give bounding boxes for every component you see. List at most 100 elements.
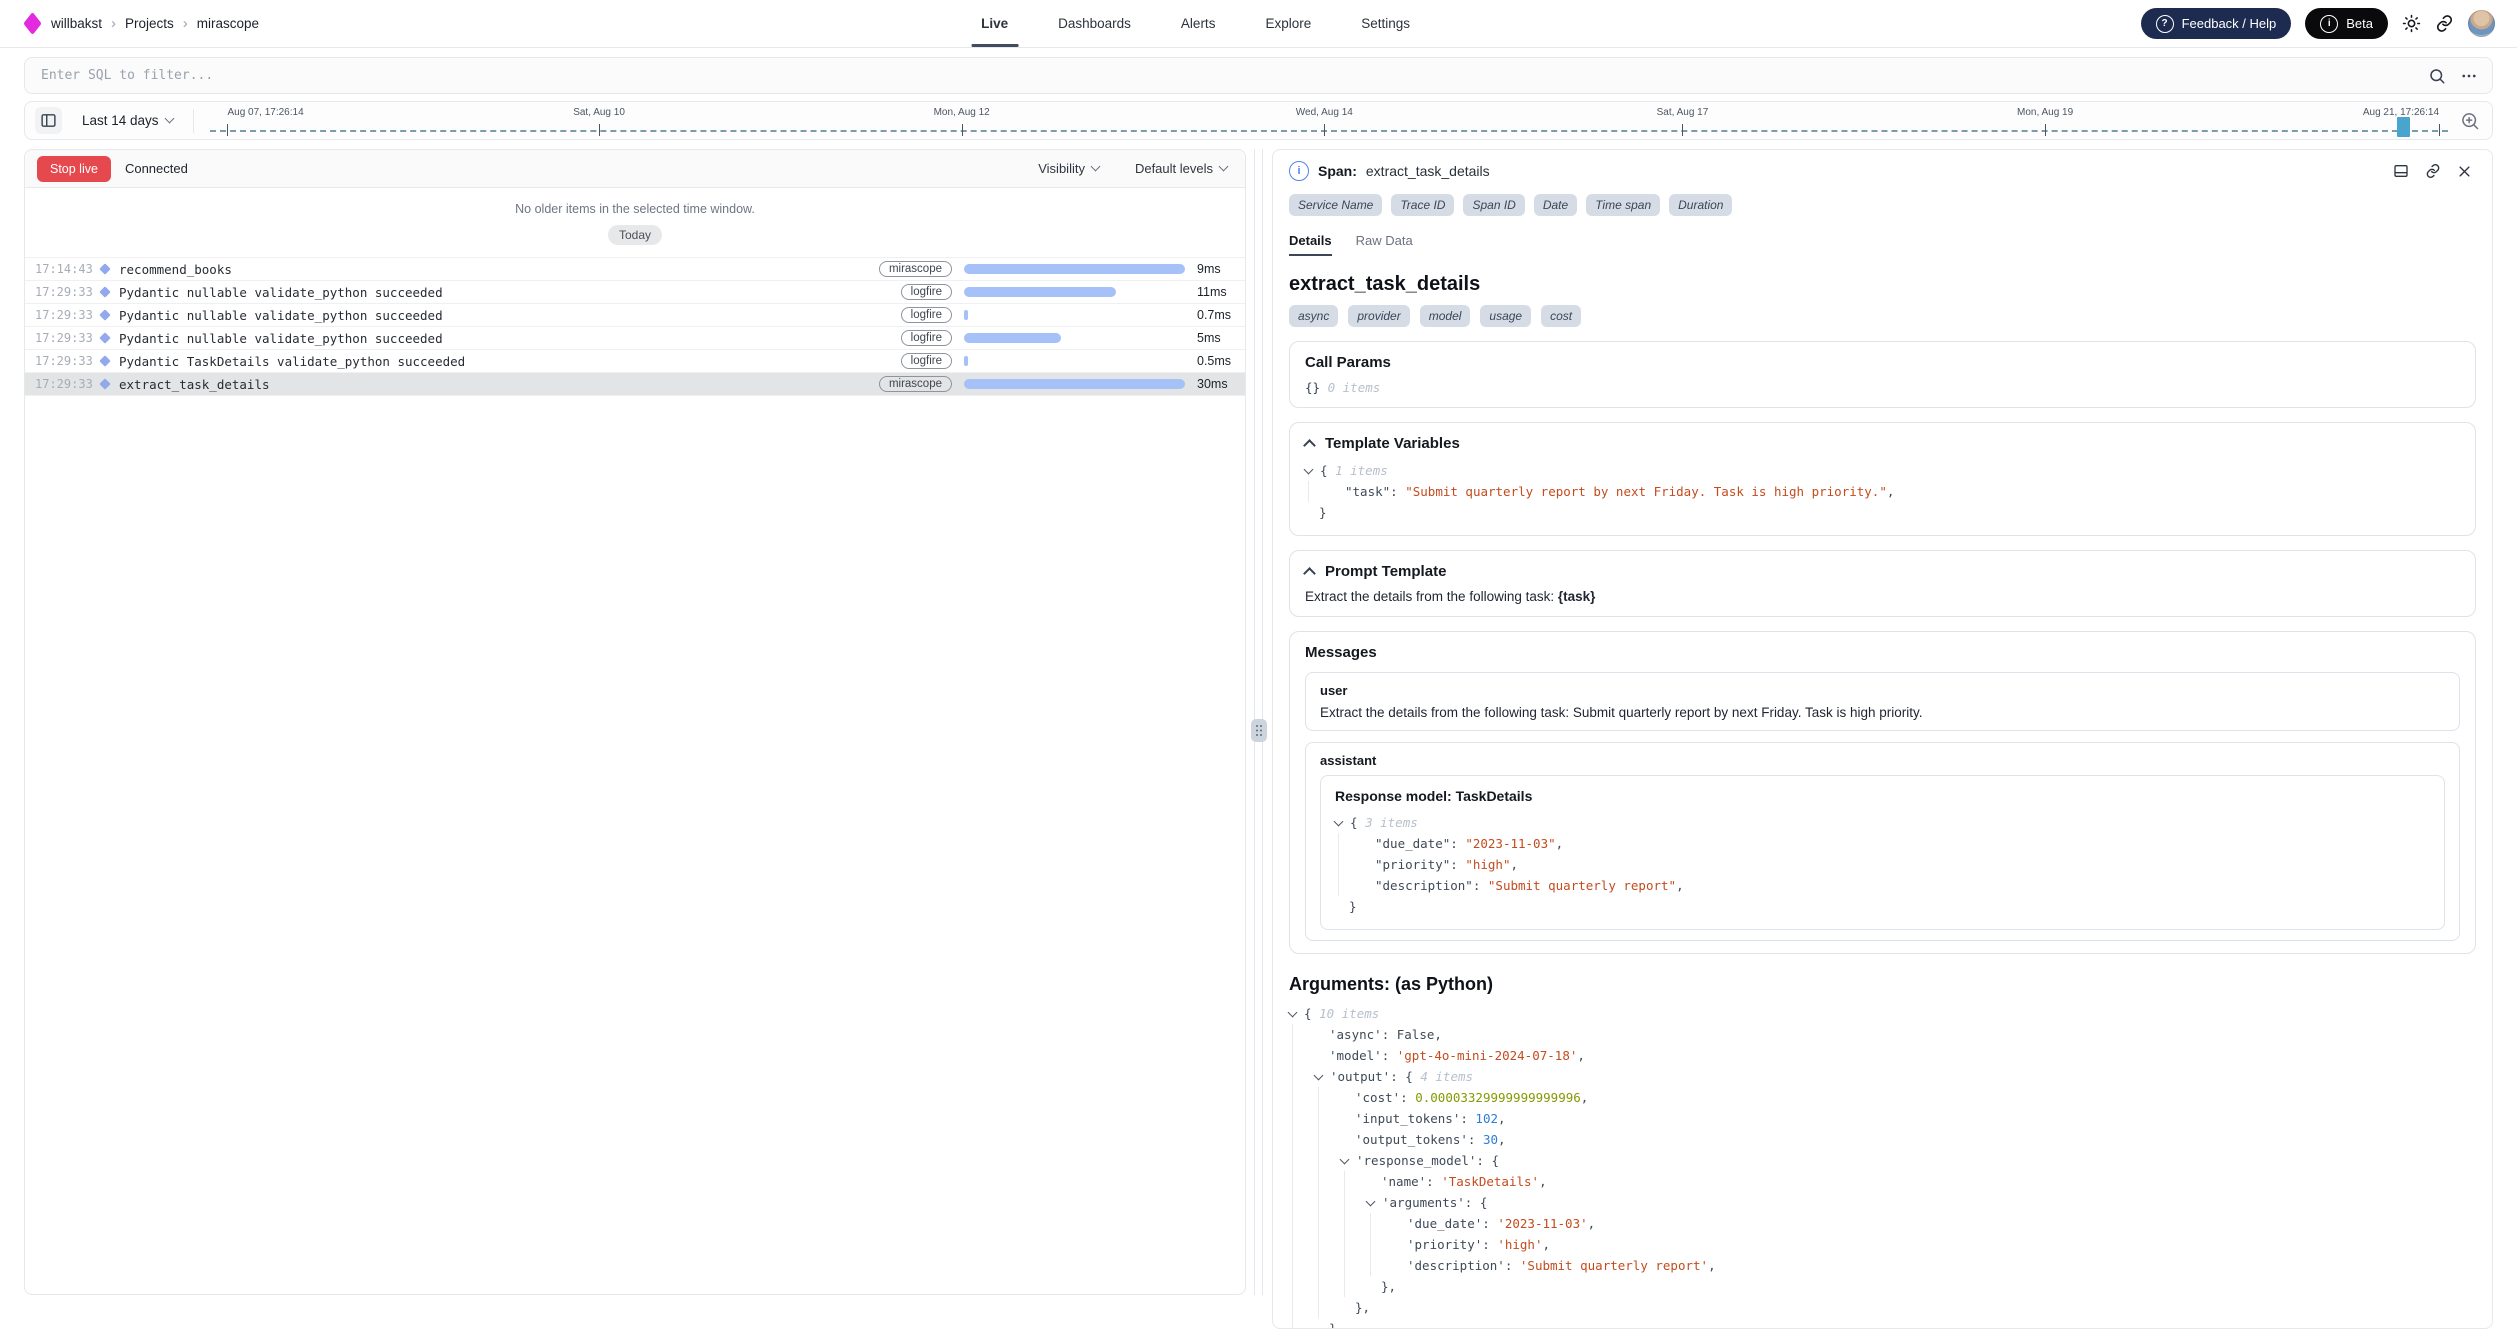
breadcrumb-item-Projects[interactable]: Projects: [125, 16, 174, 31]
span-kind-label: Span:: [1318, 163, 1357, 179]
badge-label: Span ID: [1463, 194, 1524, 216]
scope-badge: logfire: [901, 284, 952, 300]
time-range-label: Last 14 days: [82, 113, 159, 128]
tree-line: },: [1367, 1276, 2476, 1297]
tab-dashboards[interactable]: Dashboards: [1056, 0, 1133, 47]
token-punct: ,: [1498, 1132, 1506, 1147]
tree-line: 'arguments': {: [1367, 1192, 2476, 1213]
arguments-heading: Arguments: (as Python): [1289, 974, 2476, 995]
more-options-icon[interactable]: [2460, 67, 2478, 85]
theme-toggle-icon[interactable]: [2402, 14, 2421, 33]
user-avatar[interactable]: [2468, 10, 2495, 37]
log-row[interactable]: 17:29:33Pydantic TaskDetails validate_py…: [25, 350, 1245, 373]
token-key: 'model': [1329, 1048, 1382, 1063]
beta-button[interactable]: i Beta: [2305, 8, 2388, 39]
span-diamond-icon: [99, 378, 110, 389]
share-link-icon[interactable]: [2435, 14, 2454, 33]
message-role: assistant: [1320, 753, 2445, 768]
tree-line: "due_date": "2023-11-03",: [1361, 833, 2430, 854]
timeline-selection[interactable]: [2397, 117, 2410, 137]
message-text: Extract the details from the following t…: [1320, 705, 2445, 720]
feedback-help-button[interactable]: ? Feedback / Help: [2141, 8, 2292, 39]
duration-bar: [964, 379, 1185, 389]
token-key: "task": [1345, 484, 1390, 499]
collapse-chevron-icon[interactable]: [1334, 817, 1344, 827]
collapse-icon[interactable]: [1303, 439, 1316, 452]
panel-resizer[interactable]: [1250, 149, 1268, 1295]
tree-line: { 3 items: [1335, 812, 2430, 833]
sql-filter-input[interactable]: [39, 67, 2428, 84]
tab-explore[interactable]: Explore: [1263, 0, 1313, 47]
collapse-chevron-icon[interactable]: [1366, 1197, 1376, 1207]
span-tab-raw-data[interactable]: Raw Data: [1356, 233, 1413, 256]
badge-label: async: [1289, 305, 1338, 327]
collapse-chevron-icon[interactable]: [1288, 1008, 1298, 1018]
token-punct: ,: [1676, 878, 1684, 893]
chevron-down-icon: [164, 114, 174, 124]
token-punct: ,: [1434, 1027, 1442, 1042]
divider: [193, 109, 194, 133]
tab-alerts[interactable]: Alerts: [1179, 0, 1218, 47]
duration-label: 11ms: [1197, 285, 1245, 299]
log-row[interactable]: 17:29:33Pydantic nullable validate_pytho…: [25, 304, 1245, 327]
breadcrumb-separator: ›: [111, 16, 116, 31]
tree-line: 'output_tokens': 30,: [1341, 1129, 2476, 1150]
visibility-dropdown[interactable]: Visibility: [1032, 160, 1105, 177]
search-icon[interactable]: [2428, 67, 2446, 85]
log-row[interactable]: 17:29:33extract_task_detailsmirascope30m…: [25, 373, 1245, 396]
log-name: Pydantic nullable validate_python succee…: [119, 285, 443, 300]
dock-panel-icon[interactable]: [2393, 163, 2409, 179]
main-tabs: Live Dashboards Alerts Explore Settings: [956, 0, 1435, 47]
collapse-chevron-icon[interactable]: [1340, 1155, 1350, 1165]
attr-badge-model: model: [1420, 305, 1471, 327]
collapse-chevron-icon[interactable]: [1314, 1071, 1324, 1081]
default-levels-dropdown[interactable]: Default levels: [1129, 160, 1233, 177]
tab-live[interactable]: Live: [979, 0, 1010, 47]
token-punct: {: [1304, 1006, 1319, 1021]
zoom-in-icon[interactable]: [2460, 111, 2480, 131]
token-key: 'name': [1381, 1174, 1426, 1189]
meta-badge-time-span: Time span: [1586, 194, 1660, 216]
breadcrumb-item-mirascope[interactable]: mirascope: [197, 16, 259, 31]
token-punct: :: [1505, 1258, 1520, 1273]
span-tab-details[interactable]: Details: [1289, 233, 1332, 256]
timeline[interactable]: Aug 07, 17:26:14Sat, Aug 10Mon, Aug 12We…: [210, 102, 2448, 139]
log-row[interactable]: 17:29:33Pydantic nullable validate_pytho…: [25, 327, 1245, 350]
token-punct: ,: [1498, 1111, 1506, 1126]
stop-live-button[interactable]: Stop live: [37, 156, 111, 182]
empty-object: {}: [1305, 380, 1320, 395]
span-details-panel: i Span: extract_task_details Service: [1272, 149, 2493, 1329]
tree-line: 'output': { 4 items: [1315, 1066, 2476, 1087]
logo-icon[interactable]: [23, 12, 41, 35]
close-icon[interactable]: [2457, 164, 2472, 179]
empty-window-message: No older items in the selected time wind…: [25, 202, 1245, 216]
user-message: user Extract the details from the follow…: [1305, 672, 2460, 731]
template-variables-json: { 1 items"task": "Submit quarterly repor…: [1305, 460, 2460, 523]
sidebar-toggle-icon[interactable]: [35, 107, 62, 134]
token-punct: ,: [1510, 857, 1518, 872]
collapse-chevron-icon[interactable]: [1304, 465, 1314, 475]
time-range-dropdown[interactable]: Last 14 days: [76, 112, 179, 129]
tab-settings[interactable]: Settings: [1359, 0, 1412, 47]
token-key: 'input_tokens': [1355, 1111, 1460, 1126]
log-row[interactable]: 17:14:43recommend_booksmirascope9ms: [25, 258, 1245, 281]
copy-link-icon[interactable]: [2425, 163, 2441, 179]
tree-line: 'due_date': '2023-11-03',: [1393, 1213, 2476, 1234]
breadcrumb-item-willbakst[interactable]: willbakst: [51, 16, 102, 31]
token-punct: {: [1350, 815, 1365, 830]
token-punct: ,: [1708, 1258, 1716, 1273]
call-params-value: {} 0 items: [1305, 380, 2460, 395]
connection-status: Connected: [125, 161, 188, 176]
tree-children: 'async': False,'model': 'gpt-4o-mini-202…: [1292, 1024, 2476, 1329]
token-key: 'response_model': [1356, 1153, 1476, 1168]
duration-label: 30ms: [1197, 377, 1245, 391]
token-str: 'TaskDetails': [1441, 1174, 1539, 1189]
token-punct: ,: [1887, 484, 1895, 499]
log-row[interactable]: 17:29:33Pydantic nullable validate_pytho…: [25, 281, 1245, 304]
collapse-icon[interactable]: [1303, 567, 1316, 580]
item-count: 0 items: [1328, 380, 1381, 395]
token-punct: }: [1319, 505, 1327, 520]
log-name: recommend_books: [119, 262, 232, 277]
resizer-grip-icon[interactable]: [1251, 719, 1267, 742]
log-name: Pydantic TaskDetails validate_python suc…: [119, 354, 465, 369]
